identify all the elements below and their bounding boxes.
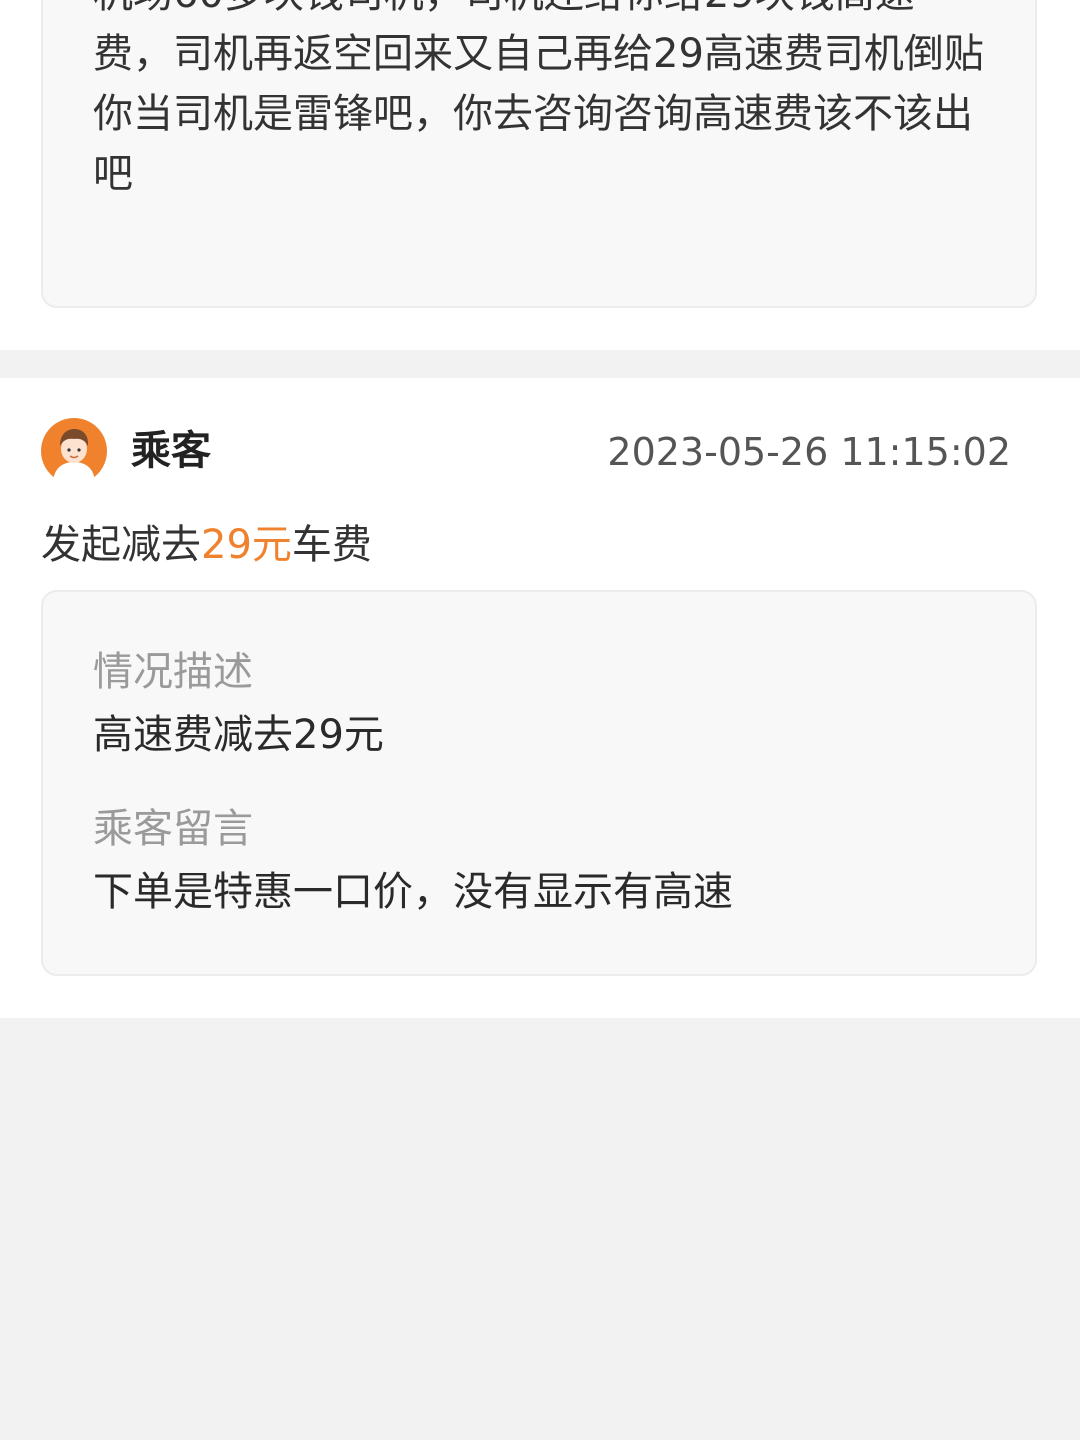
passenger-avatar-icon [41,418,107,484]
fare-adjustment-record: 乘客 2023-05-26 11:15:02 发起减去29元车费 情况描述 高速… [0,378,1080,1018]
action-amount: 29元 [201,522,292,568]
detail-card: 情况描述 高速费减去29元 乘客留言 下单是特惠一口价，没有显示有高速 [41,590,1037,976]
previous-message-card: 机场60多块钱司机，司机还给你给29块钱高速费，司机再返空回来又自己再给29高速… [41,0,1037,308]
record-header: 乘客 2023-05-26 11:15:02 [41,418,1011,484]
message-label: 乘客留言 [93,806,253,852]
message-value: 下单是特惠一口价，没有显示有高速 [93,869,733,915]
previous-message-section: 机场60多块钱司机，司机还给你给29块钱高速费，司机再返空回来又自己再给29高速… [0,0,1080,350]
action-prefix: 发起减去 [41,522,201,568]
timestamp: 2023-05-26 11:15:02 [607,430,1011,474]
action-suffix: 车费 [291,522,372,568]
description-label: 情况描述 [93,649,253,695]
action-summary: 发起减去29元车费 [41,520,372,570]
description-value: 高速费减去29元 [93,712,384,758]
previous-message-text: 机场60多块钱司机，司机还给你给29块钱高速费，司机再返空回来又自己再给29高速… [93,0,984,197]
user-name: 乘客 [131,428,211,474]
